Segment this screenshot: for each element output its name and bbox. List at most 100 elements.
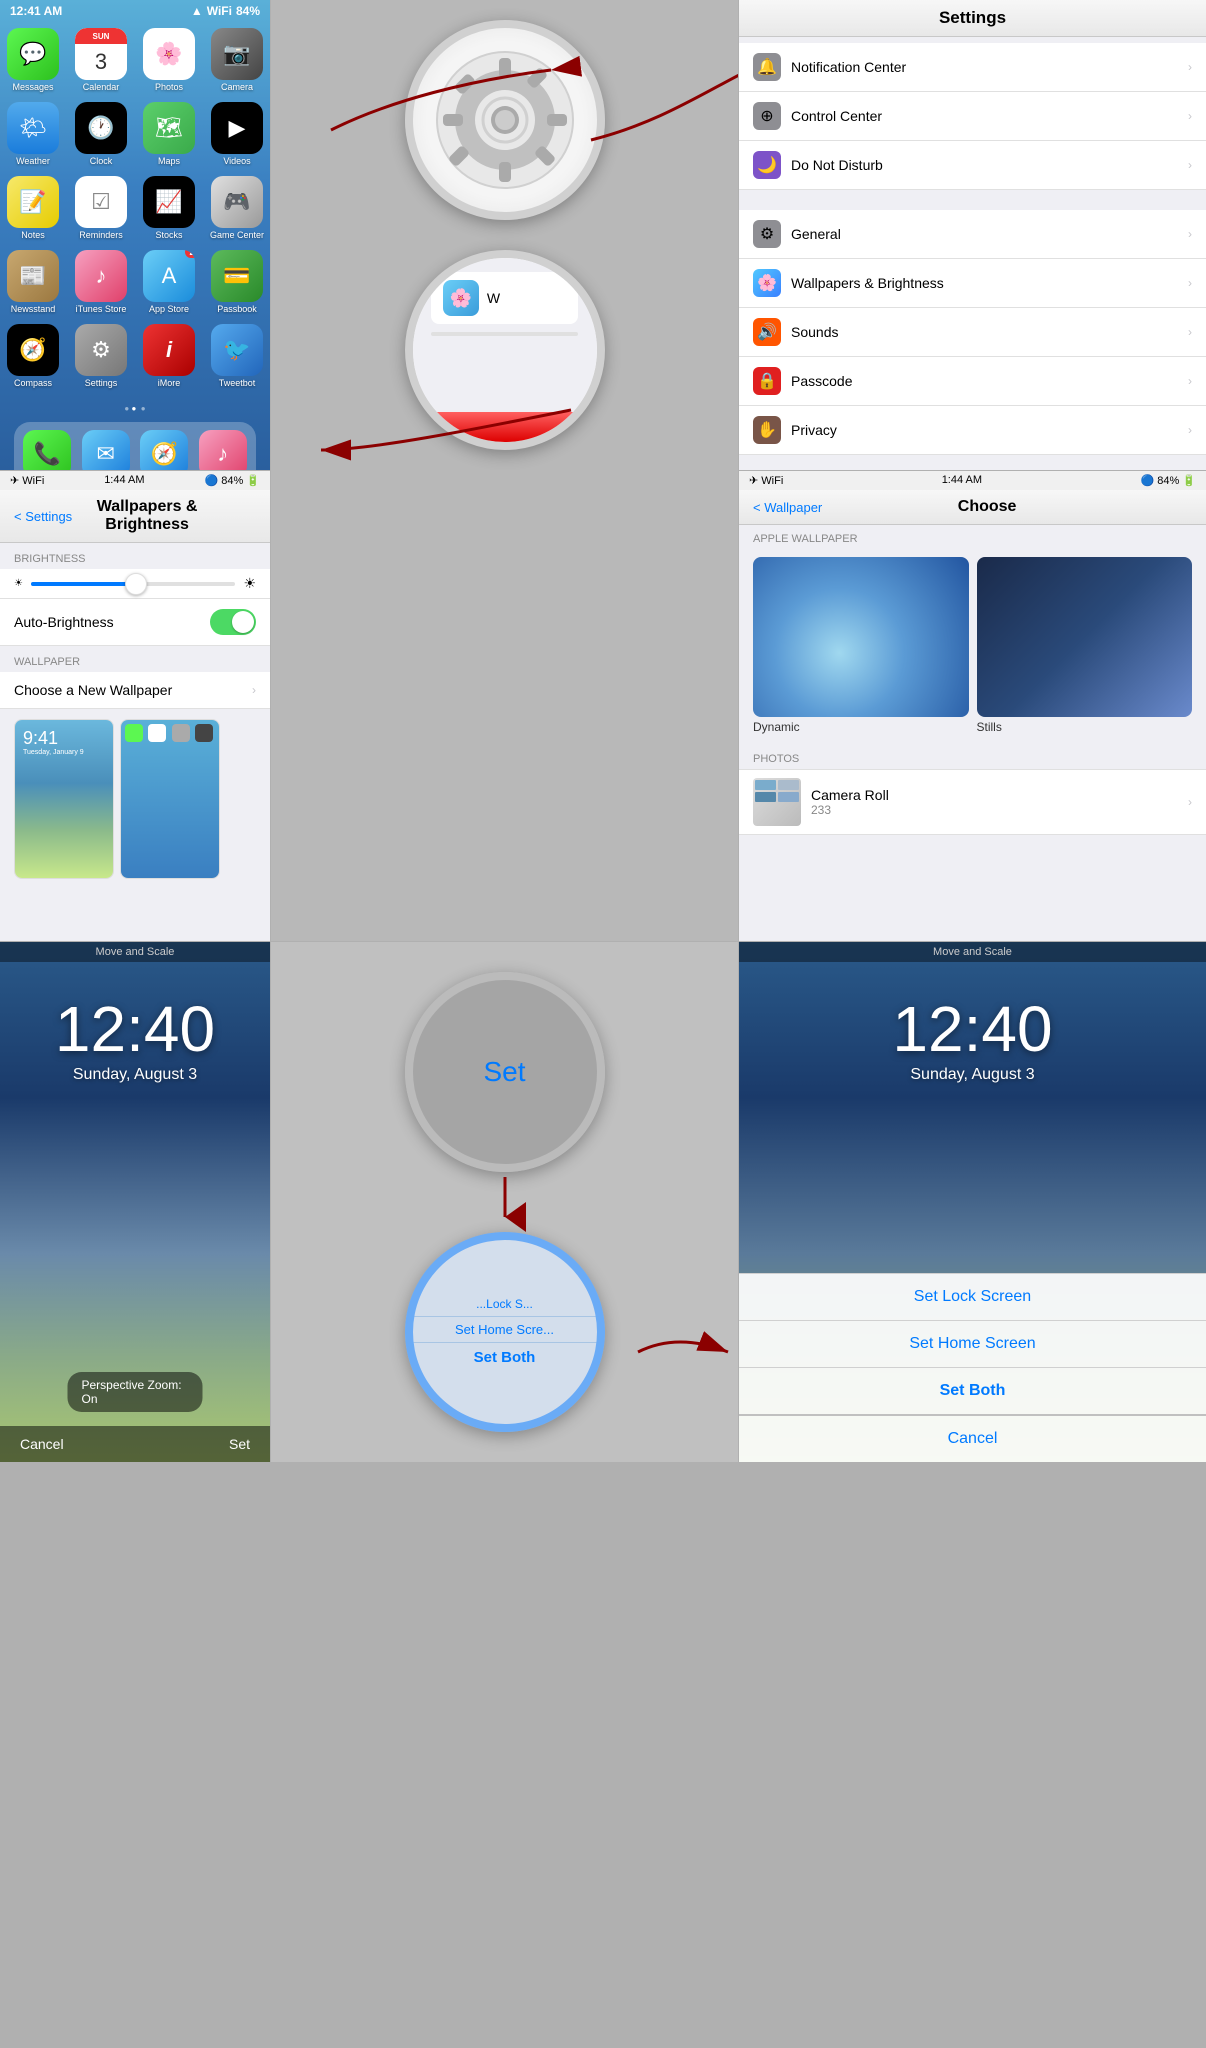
settings-list-mid: ⚙ General › 🌸 Wallpapers & Brightness › … xyxy=(739,210,1206,455)
dock-safari[interactable]: 🧭 Safari xyxy=(140,430,188,470)
app-label-settings: Settings xyxy=(85,378,118,388)
compass-icon: 🧭 xyxy=(19,337,46,363)
app-label-compass: Compass xyxy=(14,378,52,388)
auto-brightness-toggle[interactable] xyxy=(210,609,256,635)
set-circle-wrapper: Set xyxy=(405,972,605,1172)
set-lock-screen-button[interactable]: Set Lock Screen xyxy=(739,1273,1206,1320)
settings-back-button[interactable]: < Settings xyxy=(14,509,72,524)
app-weather[interactable]: 🌤 Weather xyxy=(4,102,62,166)
sounds-icon: 🔊 xyxy=(753,318,781,346)
set-options-list: Set Lock Screen Set Home Screen Set Both… xyxy=(739,1273,1206,1462)
settings-item-wallpaper[interactable]: 🌸 Wallpapers & Brightness › xyxy=(739,259,1206,308)
app-appstore[interactable]: A 2 App Store xyxy=(140,250,198,314)
set-home-screen-button[interactable]: Set Home Screen xyxy=(739,1320,1206,1367)
app-newsstand[interactable]: 📰 Newsstand xyxy=(4,250,62,314)
camera-roll-label: Camera Roll xyxy=(811,787,1188,803)
app-photos[interactable]: 🌸 Photos xyxy=(140,28,198,92)
app-gamecenter[interactable]: 🎮 Game Center xyxy=(208,176,266,240)
chevron-icon: › xyxy=(1188,109,1192,123)
settings-item-notification[interactable]: 🔔 Notification Center › xyxy=(739,43,1206,92)
chevron-icon: › xyxy=(1188,276,1192,290)
arrow-to-setoptions xyxy=(618,1322,738,1382)
app-reminders[interactable]: ☑ Reminders xyxy=(72,176,130,240)
settings-item-privacy[interactable]: ✋ Privacy › xyxy=(739,406,1206,455)
settings-item-sounds[interactable]: 🔊 Sounds › xyxy=(739,308,1206,357)
app-itunes[interactable]: ♪ iTunes Store xyxy=(72,250,130,314)
home-screen-thumb[interactable] xyxy=(120,719,220,879)
passbook-icon: 💳 xyxy=(223,263,250,289)
settings-item-passcode[interactable]: 🔒 Passcode › xyxy=(739,357,1206,406)
app-dock: 📞 Phone ✉ Mail 🧭 Safari ♪ Music xyxy=(14,422,256,470)
gear-svg xyxy=(435,50,575,190)
app-compass[interactable]: 🧭 Compass xyxy=(4,324,62,388)
chevron-icon: › xyxy=(252,683,256,697)
status-bar-wp: ✈ WiFi 1:44 AM 🔵 84% 🔋 xyxy=(0,471,270,490)
wallpaper-back-button[interactable]: < Wallpaper xyxy=(753,500,822,515)
wallpaper-brightness-title: Wallpapers & Brightness xyxy=(78,498,256,534)
app-label-camera: Camera xyxy=(221,82,253,92)
perspective-zoom-label[interactable]: Perspective Zoom: On xyxy=(68,1372,203,1412)
magnify-wallpaper-screen: 🌸 W xyxy=(405,250,605,450)
magnify-settings-gear xyxy=(405,20,605,220)
choose-wallpaper-row[interactable]: Choose a New Wallpaper › xyxy=(0,672,270,709)
app-notes[interactable]: 📝 Notes xyxy=(4,176,62,240)
signal-icon: ▲ xyxy=(191,4,203,18)
set-options-time: 12:40 xyxy=(739,962,1206,1066)
app-label-notes: Notes xyxy=(21,230,45,240)
app-label-newsstand: Newsstand xyxy=(11,304,56,314)
set-options-panel: Move and Scale 12:40 Sunday, August 3 Se… xyxy=(739,942,1206,1462)
settings-item-controlcenter[interactable]: ⊕ Control Center › xyxy=(739,92,1206,141)
app-tweetbot[interactable]: 🐦 Tweetbot xyxy=(208,324,266,388)
dock-music[interactable]: ♪ Music xyxy=(199,430,247,470)
camera-roll-row[interactable]: Camera Roll 233 › xyxy=(739,769,1206,835)
stocks-icon: 📈 xyxy=(155,189,182,215)
app-label-messages: Messages xyxy=(12,82,53,92)
lockscreen-date: Sunday, August 3 xyxy=(0,1066,270,1084)
cancel-button[interactable]: Cancel xyxy=(739,1414,1206,1462)
settings-divider-2 xyxy=(739,461,1206,469)
lock-screen-thumb[interactable]: 9:41 Tuesday, January 9 xyxy=(14,719,114,879)
photos-icon: 🌸 xyxy=(155,41,182,67)
app-passbook[interactable]: 💳 Passbook xyxy=(208,250,266,314)
dock-mail[interactable]: ✉ Mail xyxy=(82,430,130,470)
lockscreen-set-button[interactable]: Set xyxy=(229,1436,250,1452)
stills-wallpaper-thumb[interactable] xyxy=(977,557,1193,717)
itunes-icon: ♪ xyxy=(96,263,107,289)
app-maps[interactable]: 🗺 Maps xyxy=(140,102,198,166)
set-both-button[interactable]: Set Both xyxy=(739,1367,1206,1414)
settings-item-general[interactable]: ⚙ General › xyxy=(739,210,1206,259)
settings-icon: ⚙ xyxy=(91,337,111,363)
settings-navbar: Settings xyxy=(739,0,1206,37)
wifi-icon: WiFi xyxy=(207,4,232,18)
app-label-stocks: Stocks xyxy=(155,230,182,240)
app-stocks[interactable]: 📈 Stocks xyxy=(140,176,198,240)
mail-icon: ✉ xyxy=(97,441,115,467)
lockscreen-cancel-button[interactable]: Cancel xyxy=(20,1436,64,1452)
move-scale-header: Move and Scale xyxy=(0,942,270,962)
auto-brightness-row: Auto-Brightness xyxy=(0,599,270,646)
app-camera[interactable]: 📷 Camera xyxy=(208,28,266,92)
privacy-icon: ✋ xyxy=(753,416,781,444)
choose-navbar: < Wallpaper Choose xyxy=(739,490,1206,525)
app-label-passbook: Passbook xyxy=(217,304,257,314)
camera-roll-thumb xyxy=(753,778,801,826)
app-clock[interactable]: 🕐 Clock xyxy=(72,102,130,166)
settings-item-donotdisturb[interactable]: 🌙 Do Not Disturb › xyxy=(739,141,1206,190)
app-imore[interactable]: i iMore xyxy=(140,324,198,388)
safari-icon: 🧭 xyxy=(151,441,178,467)
wallpaper-previews: 9:41 Tuesday, January 9 xyxy=(0,709,270,889)
app-videos[interactable]: ▶ Videos xyxy=(208,102,266,166)
dock-phone[interactable]: 📞 Phone xyxy=(23,430,71,470)
badge-appstore: 2 xyxy=(185,250,195,258)
app-settings[interactable]: ⚙ Settings xyxy=(72,324,130,388)
photos-section-header: PHOTOS xyxy=(739,745,1206,769)
chevron-icon: › xyxy=(1188,60,1192,74)
iphone-status-bar: 12:41 AM ▲ WiFi 84% xyxy=(0,0,270,22)
app-messages[interactable]: 💬 Messages xyxy=(4,28,62,92)
app-calendar[interactable]: SUN 3 Calendar xyxy=(72,28,130,92)
lockscreen-preview-panel: Move and Scale 12:40 Sunday, August 3 Pe… xyxy=(0,942,270,1462)
brightness-slider[interactable]: ☀ ☀ xyxy=(0,569,270,599)
notes-icon: 📝 xyxy=(19,189,46,215)
dynamic-wallpaper-thumb[interactable] xyxy=(753,557,969,717)
notification-icon: 🔔 xyxy=(753,53,781,81)
